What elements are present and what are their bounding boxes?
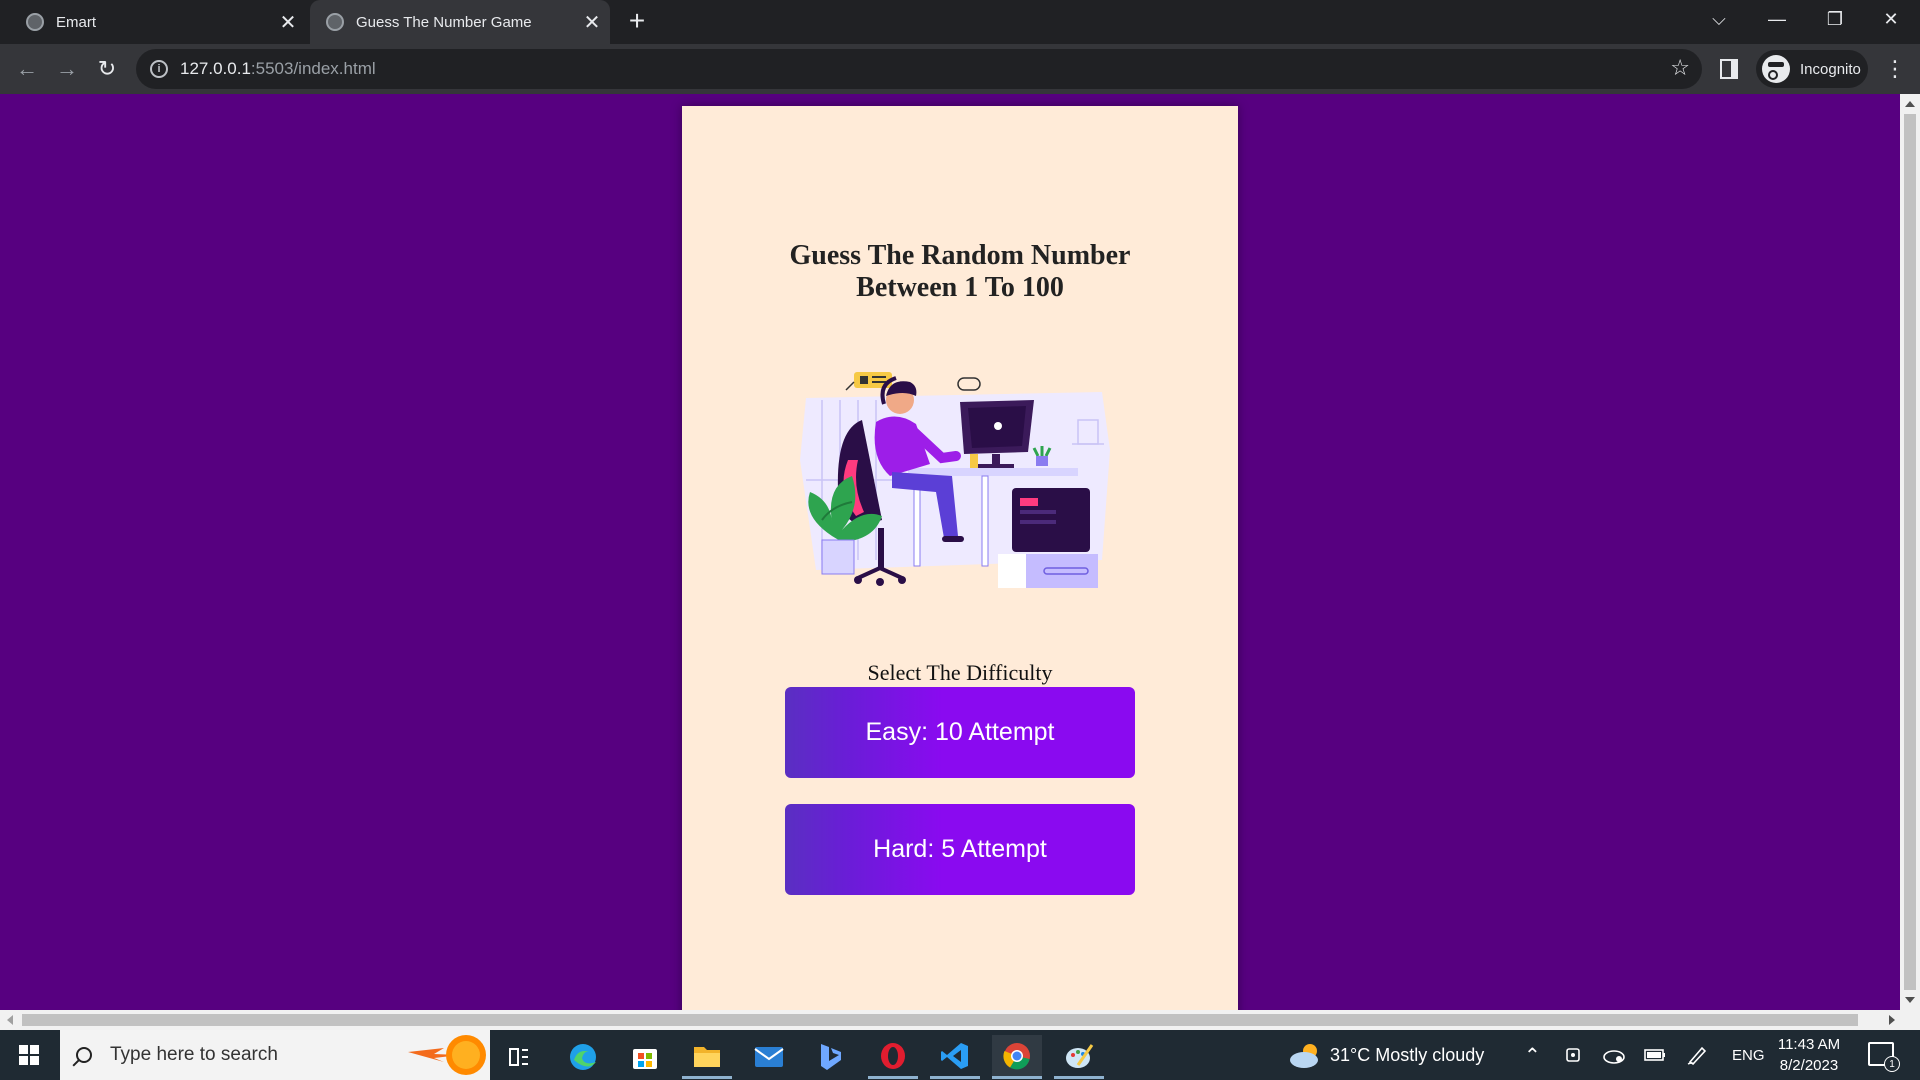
opera-browser-icon[interactable] bbox=[868, 1035, 918, 1079]
new-tab-button[interactable]: + bbox=[622, 7, 652, 37]
edge-browser-icon[interactable] bbox=[558, 1035, 608, 1079]
paint-app-icon[interactable] bbox=[1054, 1035, 1104, 1079]
system-clock[interactable]: 11:43 AM 8/2/2023 bbox=[1760, 1034, 1858, 1076]
title-line-1: Guess The Random Number bbox=[789, 240, 1131, 271]
close-tab-icon[interactable]: ✕ bbox=[580, 10, 604, 34]
incognito-icon bbox=[1762, 55, 1790, 83]
scroll-right-arrow-icon[interactable] bbox=[1889, 1015, 1895, 1025]
notification-center-icon[interactable]: 1 bbox=[1868, 1042, 1900, 1072]
microsoft-store-icon[interactable] bbox=[620, 1035, 670, 1079]
browser-toolbar: ← → ↻ i 127.0.0.1 :5503/index.html ☆ Inc… bbox=[0, 44, 1920, 94]
url-path: :5503/index.html bbox=[250, 59, 376, 78]
difficulty-label: Select The Difficulty bbox=[867, 660, 1053, 685]
url-host: 127.0.0.1 bbox=[180, 59, 251, 78]
hard-difficulty-button[interactable]: Hard: 5 Attempt bbox=[785, 804, 1135, 895]
globe-icon bbox=[326, 13, 344, 31]
forward-arrow-icon[interactable]: → bbox=[52, 54, 82, 84]
chrome-icon[interactable] bbox=[992, 1035, 1042, 1079]
task-view-icon[interactable] bbox=[494, 1035, 544, 1079]
clock-time: 11:43 AM bbox=[1777, 1036, 1841, 1053]
windows-logo-icon bbox=[19, 1045, 39, 1065]
browser-tab-strip: Emart ✕ Guess The Number Game ✕ + ⌵ — ❐ … bbox=[0, 0, 1920, 44]
gamer-illustration bbox=[800, 372, 1110, 588]
vertical-scroll-thumb[interactable] bbox=[1904, 114, 1916, 990]
profile-label: Incognito bbox=[1800, 60, 1861, 78]
close-window-button[interactable]: ✕ bbox=[1862, 0, 1920, 38]
browser-menu-icon[interactable]: ⋮ bbox=[1884, 54, 1906, 84]
address-bar[interactable]: i 127.0.0.1 :5503/index.html ☆ bbox=[136, 49, 1702, 89]
horizontal-scrollbar[interactable] bbox=[0, 1010, 1920, 1030]
bookmark-star-icon[interactable]: ☆ bbox=[1670, 55, 1690, 81]
vscode-icon[interactable] bbox=[930, 1035, 980, 1079]
search-placeholder: Type here to search bbox=[110, 1044, 278, 1065]
side-panel-icon[interactable] bbox=[1720, 59, 1738, 79]
onedrive-cloud-icon[interactable] bbox=[1602, 1030, 1626, 1080]
weather-widget[interactable]: 31°C Mostly cloudy bbox=[1288, 1030, 1484, 1080]
reload-icon[interactable]: ↻ bbox=[92, 54, 122, 84]
pen-workspace-icon[interactable] bbox=[1686, 1030, 1708, 1080]
search-icon bbox=[76, 1047, 92, 1063]
clock-date: 8/2/2023 bbox=[1779, 1057, 1839, 1074]
game-card: Guess The Random Number Between 1 To 100 bbox=[682, 106, 1238, 1010]
notification-count-badge: 1 bbox=[1884, 1056, 1900, 1072]
tab-emart[interactable]: Emart ✕ bbox=[14, 0, 304, 44]
minimize-button[interactable]: — bbox=[1748, 0, 1806, 38]
tab-title: Guess The Number Game bbox=[356, 13, 532, 31]
scroll-left-arrow-icon[interactable] bbox=[7, 1015, 13, 1025]
weather-text: 31°C Mostly cloudy bbox=[1330, 1044, 1485, 1065]
mail-icon[interactable] bbox=[744, 1035, 794, 1079]
scroll-down-arrow-icon[interactable] bbox=[1905, 997, 1915, 1003]
meet-now-icon[interactable] bbox=[1564, 1030, 1584, 1080]
start-button[interactable] bbox=[0, 1030, 58, 1080]
windows-taskbar: Type here to search 31°C Mostly cloudy ⌃… bbox=[0, 1030, 1920, 1080]
page-viewport: Guess The Random Number Between 1 To 100 bbox=[0, 94, 1900, 1010]
back-arrow-icon[interactable]: ← bbox=[12, 54, 42, 84]
title-line-2: Between 1 To 100 bbox=[856, 272, 1064, 303]
page-title: Guess The Random Number Between 1 To 100 bbox=[682, 240, 1238, 304]
tab-title: Emart bbox=[56, 13, 97, 31]
scroll-up-arrow-icon[interactable] bbox=[1905, 101, 1915, 107]
bing-chat-icon[interactable] bbox=[806, 1035, 856, 1079]
tab-guess-the-number-game[interactable]: Guess The Number Game ✕ bbox=[310, 0, 610, 44]
tab-search-chevron-icon[interactable]: ⌵ bbox=[1690, 0, 1748, 38]
site-info-icon[interactable]: i bbox=[150, 60, 168, 78]
taskbar-search-box[interactable]: Type here to search bbox=[60, 1030, 490, 1080]
horizontal-scroll-thumb[interactable] bbox=[22, 1014, 1858, 1026]
incognito-profile-button[interactable]: Incognito bbox=[1756, 50, 1868, 88]
vertical-scrollbar[interactable] bbox=[1900, 94, 1920, 1010]
file-explorer-icon[interactable] bbox=[682, 1035, 732, 1079]
easy-difficulty-button[interactable]: Easy: 10 Attempt bbox=[785, 687, 1135, 778]
battery-icon[interactable] bbox=[1644, 1030, 1666, 1080]
close-tab-icon[interactable]: ✕ bbox=[276, 10, 300, 34]
show-hidden-icons-chevron-icon[interactable]: ⌃ bbox=[1524, 1030, 1541, 1080]
globe-icon bbox=[26, 13, 44, 31]
search-highlight-sun-icon bbox=[408, 1035, 486, 1075]
weather-cloud-icon bbox=[1290, 1044, 1318, 1068]
restore-button[interactable]: ❐ bbox=[1806, 0, 1864, 38]
